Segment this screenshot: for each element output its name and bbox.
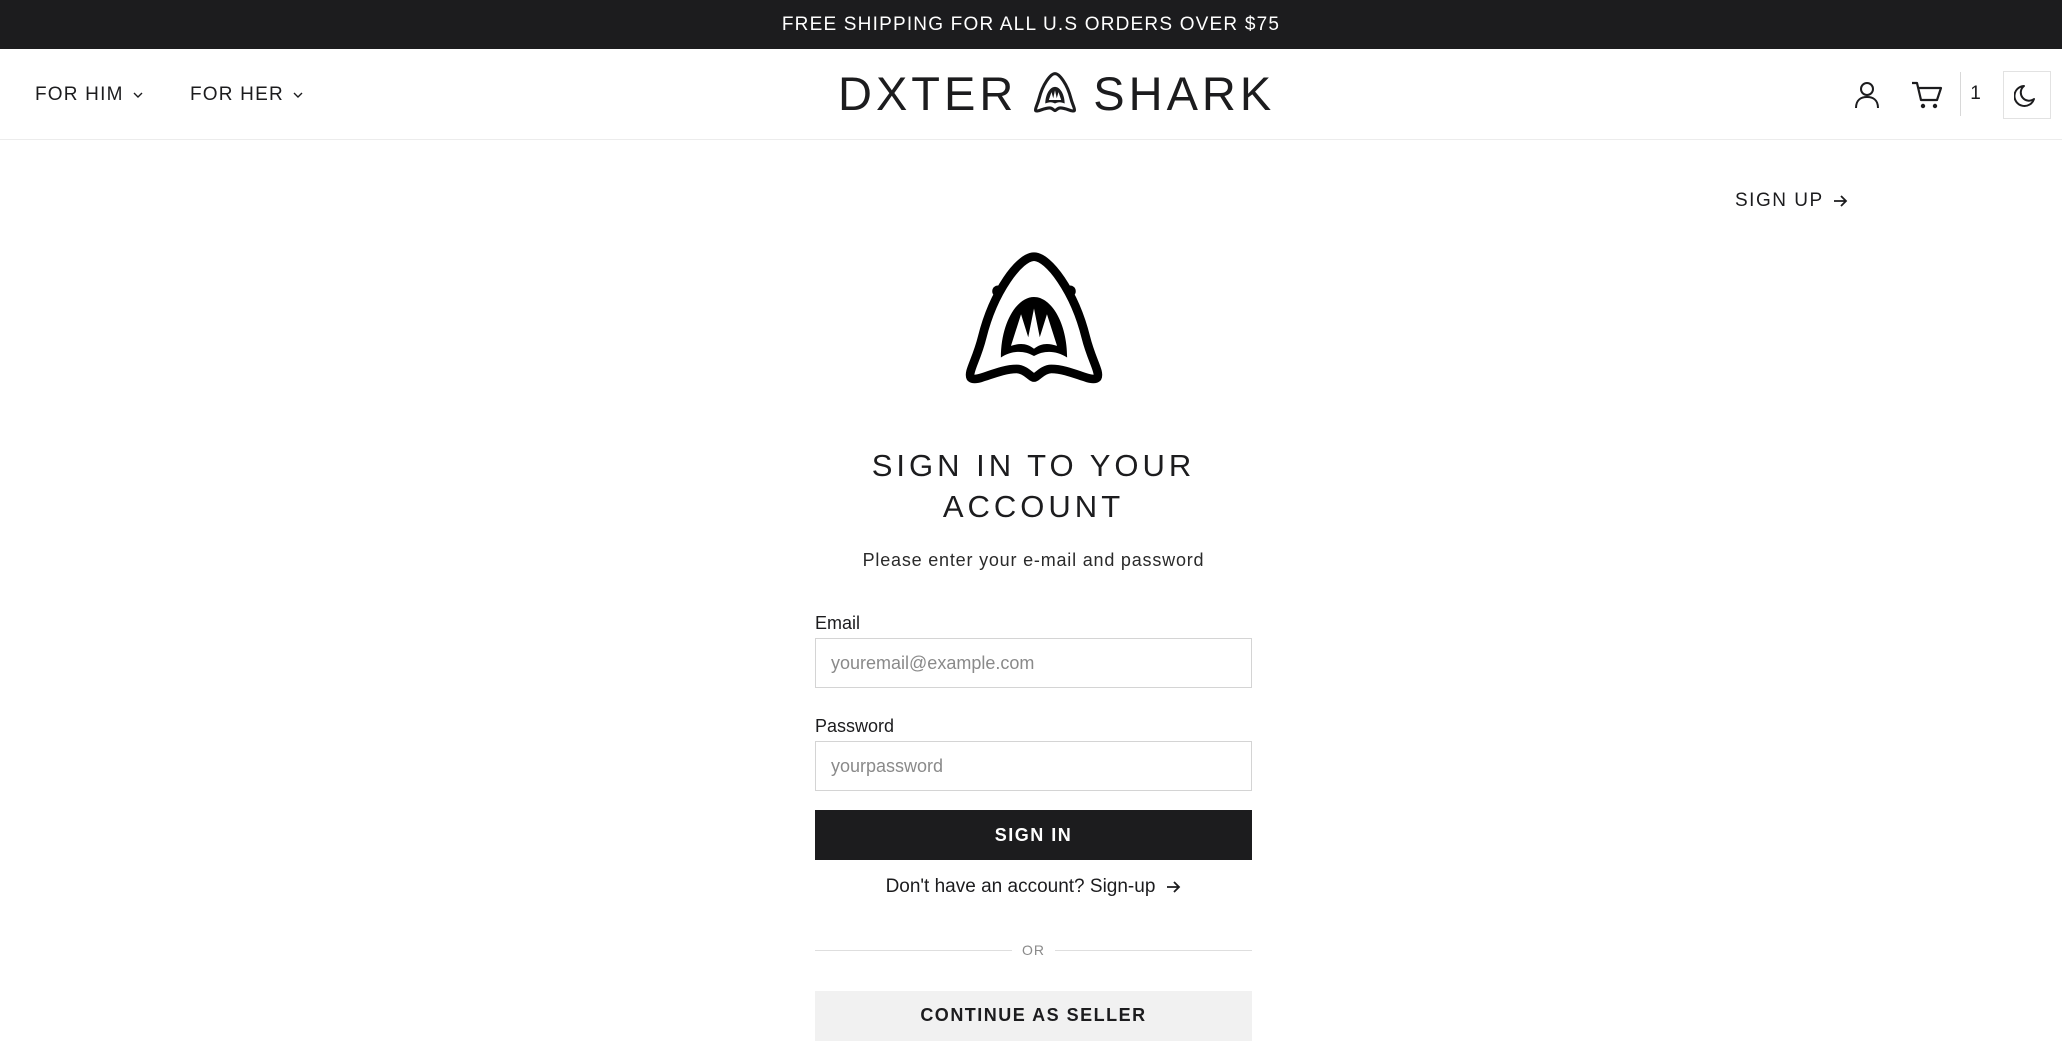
shark-logo-icon <box>965 252 1103 384</box>
signup-prompt-text: Don't have an account? Sign-up <box>885 876 1156 897</box>
sign-up-link[interactable]: SIGN UP <box>1735 190 1848 212</box>
password-field[interactable] <box>815 741 1252 791</box>
sign-up-label: SIGN UP <box>1735 190 1824 211</box>
announcement-text: FREE SHIPPING FOR ALL U.S ORDERS OVER $7… <box>781 13 1281 35</box>
nav-for-her[interactable]: FOR HER <box>190 49 304 140</box>
email-field[interactable] <box>815 638 1252 688</box>
arrow-right-icon <box>1167 881 1181 893</box>
sign-in-button[interactable]: SIGN IN <box>815 810 1252 860</box>
email-label: Email <box>815 613 861 633</box>
brand-name-right: SHARK <box>1093 66 1276 120</box>
divider-line <box>815 949 1012 951</box>
chevron-down-icon <box>133 92 143 98</box>
user-icon <box>1855 81 1879 108</box>
divider-line <box>1055 949 1252 951</box>
password-label: Password <box>815 716 895 736</box>
brand-logo[interactable]: DXTER SHARK <box>838 63 1275 123</box>
signup-prompt-link[interactable]: Don't have an account? Sign-up <box>815 874 1252 900</box>
site-header: FOR HIM FOR HER DXTER SHARK <box>0 49 2062 140</box>
divider-text: OR <box>1022 942 1045 958</box>
moon-icon <box>2014 85 2035 107</box>
nav-for-him[interactable]: FOR HIM <box>35 49 144 140</box>
account-button[interactable] <box>1852 49 1882 140</box>
page-subtitle: Please enter your e-mail and password <box>862 550 1205 570</box>
cart-icon <box>1912 81 1943 108</box>
theme-toggle-button[interactable] <box>2003 71 2051 119</box>
brand-name-left: DXTER <box>838 66 1018 120</box>
page-title: SIGN IN TO YOUR ACCOUNT <box>871 448 1196 524</box>
cart-button[interactable] <box>1910 49 1944 140</box>
or-divider: OR <box>815 940 1252 960</box>
continue-as-seller-button[interactable]: CONTINUE AS SELLER <box>815 991 1252 1041</box>
shark-logo-icon <box>1034 72 1077 113</box>
announcement-bar: FREE SHIPPING FOR ALL U.S ORDERS OVER $7… <box>0 0 2062 49</box>
nav-for-her-label: FOR HER <box>190 83 284 105</box>
nav-for-him-label: FOR HIM <box>35 83 124 105</box>
chevron-down-icon <box>293 92 303 98</box>
cart-count[interactable]: 1 <box>1960 72 1990 116</box>
arrow-right-icon <box>1833 195 1847 207</box>
